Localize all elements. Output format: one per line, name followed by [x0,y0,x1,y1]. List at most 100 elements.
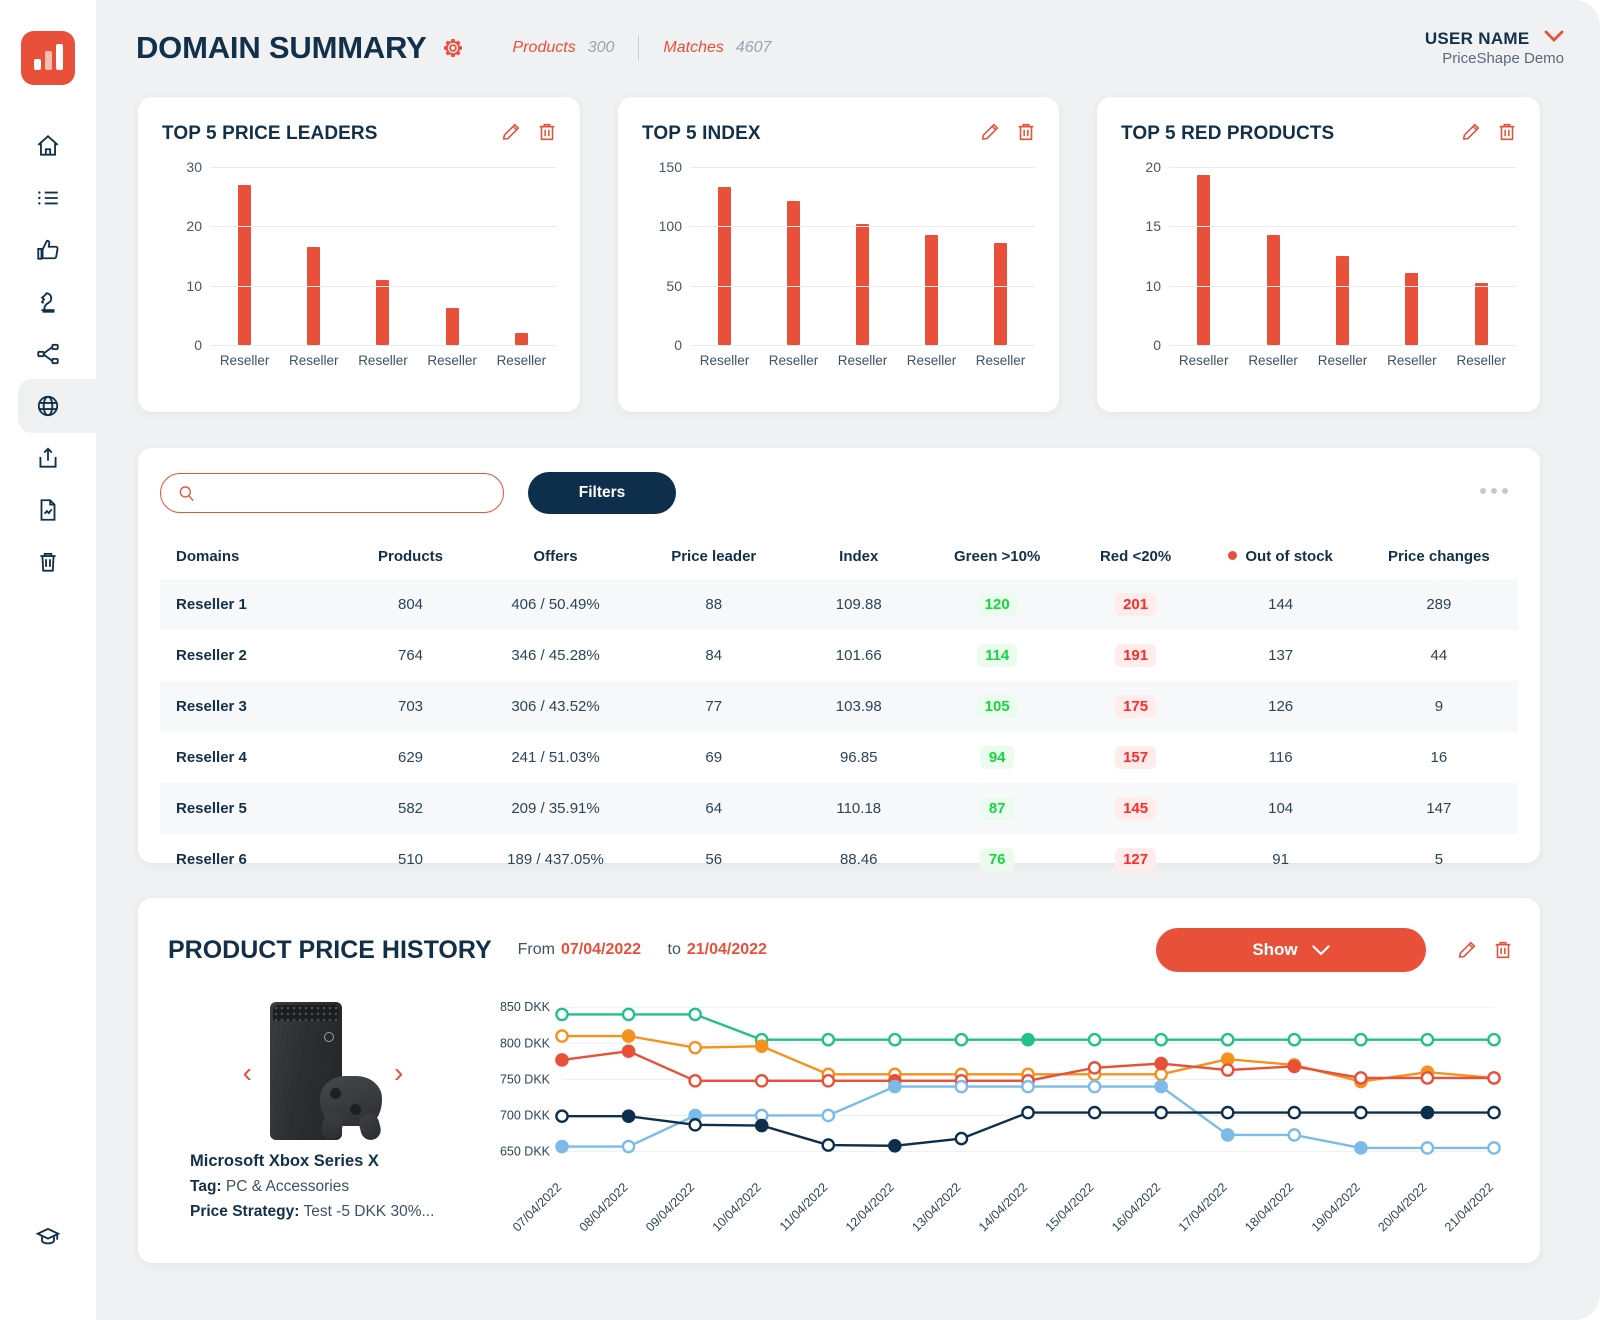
data-point[interactable] [1021,1079,1035,1094]
search-box[interactable] [160,473,504,513]
sidebar-item-export[interactable] [12,433,84,483]
column-header-products[interactable]: Products [345,536,477,579]
column-header-price-changes[interactable]: Price changes [1360,536,1518,579]
sidebar-item-share[interactable] [12,329,84,379]
data-point[interactable] [1287,1059,1302,1074]
data-point[interactable] [1287,1032,1302,1047]
sidebar-item-trash[interactable] [12,537,84,587]
next-product-button[interactable]: › [394,1059,403,1087]
data-point[interactable] [821,1074,836,1088]
data-point[interactable] [1220,1063,1235,1077]
column-header-red[interactable]: Red <20% [1070,536,1202,579]
data-point[interactable] [555,1109,569,1123]
bar-column[interactable] [213,167,275,345]
data-point[interactable] [688,1007,702,1022]
data-point[interactable] [555,1007,569,1022]
data-point[interactable] [1487,1141,1501,1155]
data-point[interactable] [754,1118,769,1133]
data-point[interactable] [688,1040,702,1055]
column-header-out-of-stock[interactable]: Out of stock [1202,536,1360,579]
bar-chart-logo[interactable] [21,31,75,85]
data-point[interactable] [821,1138,836,1152]
data-point[interactable] [754,1039,769,1053]
bar-column[interactable] [1242,167,1304,345]
trash-icon[interactable] [1496,121,1518,143]
from-date[interactable]: 07/04/2022 [561,941,641,958]
data-point[interactable] [1087,1032,1102,1047]
chevron-down-icon[interactable] [1544,30,1564,42]
table-row[interactable]: Reseller 6 510 189 / 437.05% 56 88.46 76 127 91… [160,834,1518,885]
column-header-green[interactable]: Green >10% [925,536,1070,579]
data-point[interactable] [1154,1067,1168,1082]
pencil-icon[interactable] [500,121,522,143]
gear-icon[interactable] [441,36,465,60]
data-point[interactable] [954,1131,969,1146]
data-point[interactable] [555,1139,569,1154]
data-point[interactable] [1154,1105,1168,1120]
bar-column[interactable] [693,167,755,345]
data-point[interactable] [1487,1071,1501,1085]
data-point[interactable] [621,1029,636,1043]
trash-icon[interactable] [1492,939,1514,961]
data-point[interactable] [821,1108,836,1123]
column-header-offers[interactable]: Offers [476,536,634,579]
table-row[interactable]: Reseller 1 804 406 / 50.49% 88 109.88 120 201 1… [160,579,1518,630]
data-point[interactable] [1154,1056,1168,1071]
column-header-price-leader[interactable]: Price leader [635,536,793,579]
sidebar-item-domains[interactable] [12,379,98,433]
data-point[interactable] [1021,1105,1035,1120]
more-options-icon[interactable] [1480,488,1508,494]
data-point[interactable] [1154,1032,1168,1047]
bar-column[interactable] [969,167,1031,345]
data-point[interactable] [1354,1141,1368,1155]
data-point[interactable] [621,1109,636,1123]
table-row[interactable]: Reseller 3 703 306 / 43.52% 77 103.98 105 175 1… [160,681,1518,732]
sidebar-item-reports[interactable] [12,485,84,535]
to-date[interactable]: 21/04/2022 [687,941,767,958]
prev-product-button[interactable]: ‹ [243,1059,252,1087]
pencil-icon[interactable] [1456,939,1478,961]
data-point[interactable] [621,1007,636,1022]
data-point[interactable] [688,1074,702,1088]
trash-icon[interactable] [536,121,558,143]
data-point[interactable] [1487,1032,1501,1047]
table-row[interactable]: Reseller 5 582 209 / 35.91% 64 110.18 87 145 10… [160,783,1518,834]
data-point[interactable] [1220,1105,1235,1120]
data-point[interactable] [1287,1128,1302,1142]
data-point[interactable] [1154,1079,1168,1094]
data-point[interactable] [1087,1061,1102,1075]
data-point[interactable] [888,1079,902,1094]
search-input[interactable] [206,484,487,502]
data-point[interactable] [1354,1071,1368,1085]
column-header-index[interactable]: Index [793,536,925,579]
data-point[interactable] [555,1053,569,1067]
pencil-icon[interactable] [1460,121,1482,143]
sidebar-item-home[interactable] [12,121,84,171]
pencil-icon[interactable] [979,121,1001,143]
data-point[interactable] [1487,1105,1501,1120]
date-range[interactable]: From 07/04/2022 to 21/04/2022 [518,941,767,959]
bar-column[interactable] [1311,167,1373,345]
data-point[interactable] [888,1138,902,1153]
data-point[interactable] [1087,1079,1102,1094]
sidebar-item-recommendations[interactable] [12,225,84,275]
table-row[interactable]: Reseller 4 629 241 / 51.03% 69 96.85 94 157 116… [160,732,1518,783]
data-point[interactable] [555,1029,569,1043]
data-point[interactable] [888,1032,902,1047]
data-point[interactable] [688,1118,702,1132]
column-header-domains[interactable]: Domains [160,536,345,579]
table-row[interactable]: Reseller 2 764 346 / 45.28% 84 101.66 114 191 1… [160,630,1518,681]
data-point[interactable] [1354,1105,1368,1120]
bar-column[interactable] [762,167,824,345]
trash-icon[interactable] [1015,121,1037,143]
bar-column[interactable] [1450,167,1512,345]
sidebar-item-list[interactable] [12,173,84,223]
bar-column[interactable] [900,167,962,345]
data-point[interactable] [1420,1105,1435,1120]
data-point[interactable] [1220,1032,1235,1047]
sidebar-item-strategy[interactable] [12,277,84,327]
bar-column[interactable] [421,167,483,345]
data-point[interactable] [621,1044,636,1059]
data-point[interactable] [1420,1141,1435,1155]
data-point[interactable] [1087,1105,1102,1120]
